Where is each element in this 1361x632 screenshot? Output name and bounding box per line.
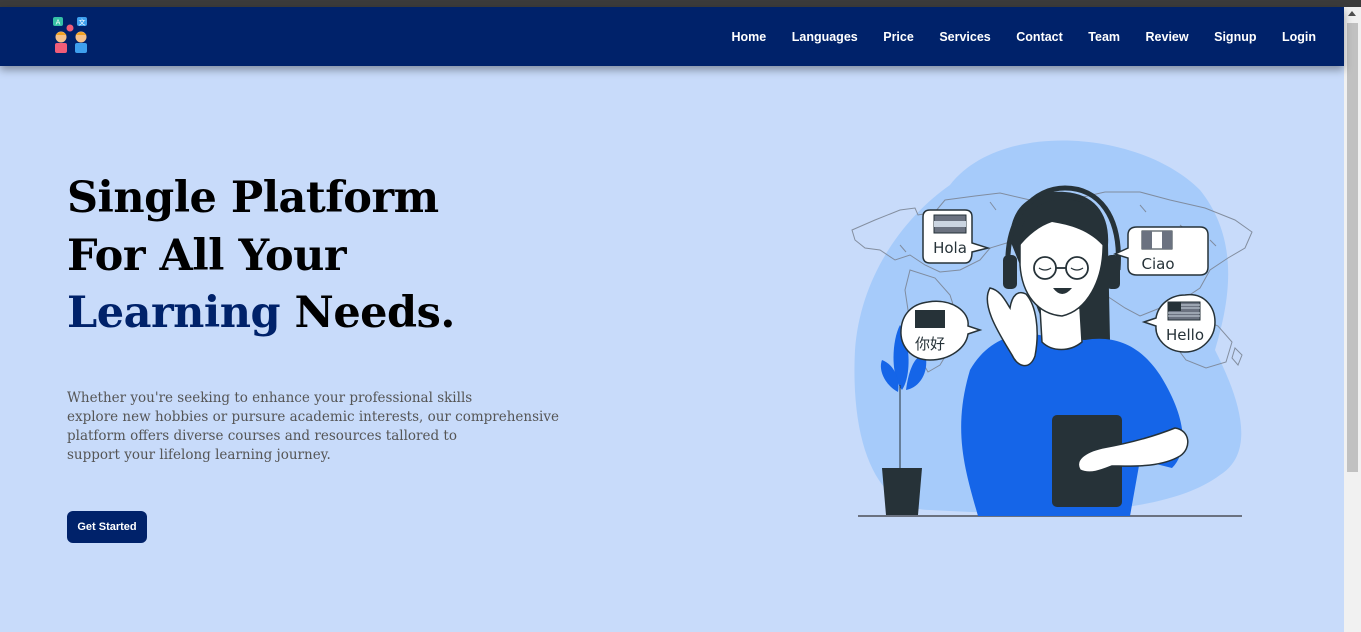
get-started-button[interactable]: Get Started [67,511,147,543]
scrollbar-thumb[interactable] [1347,23,1358,472]
speech-bubble-ciao: Ciao [1112,226,1209,276]
nav-home-link[interactable]: Home [732,30,767,44]
hero-desc-line: support your lifelong learning journey. [67,447,331,463]
vertical-scrollbar[interactable] [1344,7,1361,632]
svg-text:Hello: Hello [1166,326,1204,344]
nav-team-link[interactable]: Team [1088,30,1120,44]
svg-text:文: 文 [79,18,86,27]
hero-title: Single Platform For All Your Learning Ne… [67,170,455,343]
nav-languages-link[interactable]: Languages [792,30,858,44]
hero-desc-line: platform offers diverse courses and reso… [67,428,457,444]
hero-title-line2: For All Your [67,230,347,281]
language-learner-illustration: Hola Ciao 你好 Hello [851,140,1253,517]
hero-desc-line: explore new hobbies or pursure academic … [67,409,559,425]
svg-text:你好: 你好 [915,335,945,353]
svg-text:A: A [56,19,61,27]
nav-signup-link[interactable]: Signup [1214,30,1256,44]
hero-title-accent: Learning [67,288,281,338]
hero-description: Whether you're seeking to enhance your p… [67,389,587,465]
browser-top-strip [0,0,1361,7]
svg-text:Hola: Hola [933,239,967,257]
logo-icon[interactable]: A 文 [52,16,92,54]
nav-login-link[interactable]: Login [1282,30,1316,44]
nav-services-link[interactable]: Services [939,30,990,44]
hero-title-end: Needs. [280,288,456,338]
hero-title-line1: Single Platform [67,173,439,223]
nav-review-link[interactable]: Review [1146,30,1189,44]
main-nav: Home Languages Price Services Contact Te… [706,7,1317,66]
nav-price-link[interactable]: Price [883,30,914,44]
scroll-up-arrow-icon[interactable] [1348,11,1356,16]
hero-desc-line: Whether you're seeking to enhance your p… [67,390,473,406]
navbar: A 文 Home Languages Price Services Contac… [0,7,1344,66]
svg-text:Ciao: Ciao [1141,255,1174,273]
nav-contact-link[interactable]: Contact [1016,30,1063,44]
